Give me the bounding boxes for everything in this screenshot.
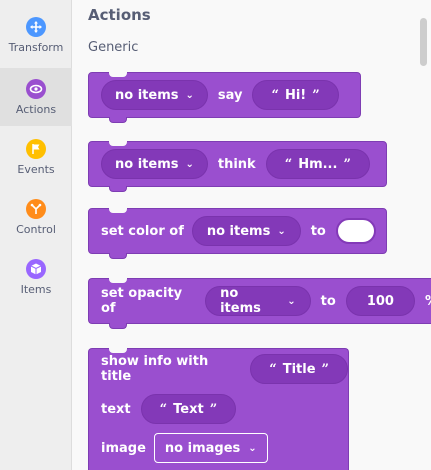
- image-dropdown[interactable]: no images ⌄: [153, 433, 268, 463]
- move-arrows-icon: [26, 16, 46, 37]
- cube-icon: [26, 258, 46, 279]
- block-label: to: [310, 223, 326, 239]
- say-block[interactable]: no items ⌄ say “Hi!”: [88, 72, 361, 123]
- block-label: think: [217, 156, 256, 172]
- block-label: set color of: [101, 223, 184, 239]
- section-subtitle: Generic: [88, 40, 139, 55]
- text-input[interactable]: “Hm...”: [265, 149, 370, 179]
- text-input[interactable]: “Hi!”: [252, 80, 339, 110]
- category-sidebar: Transform Actions Events Control Items: [0, 0, 72, 470]
- block-label: image: [101, 440, 146, 456]
- category-transform[interactable]: Transform: [0, 6, 72, 64]
- target-dropdown[interactable]: no items ⌄: [191, 216, 301, 246]
- block-label: set opacity of: [101, 286, 183, 316]
- title-input[interactable]: “Title”: [250, 354, 348, 384]
- text-input[interactable]: “Text”: [140, 394, 237, 424]
- chevron-down-icon: ⌄: [248, 442, 257, 454]
- target-dropdown[interactable]: no items ⌄: [205, 286, 311, 316]
- block-label: to: [320, 293, 336, 309]
- eye-icon: [26, 78, 46, 99]
- color-swatch[interactable]: [335, 218, 376, 244]
- scrollbar-thumb[interactable]: [420, 18, 427, 66]
- set-opacity-block[interactable]: set opacity of no items⌄ to 100 %: [88, 278, 431, 329]
- target-dropdown[interactable]: no items ⌄: [101, 80, 208, 110]
- category-items[interactable]: Items: [0, 248, 72, 306]
- block-palette: Actions Generic no items ⌄ say “Hi!” no i…: [72, 0, 431, 470]
- branch-icon: [26, 198, 46, 219]
- opacity-input[interactable]: 100: [345, 286, 415, 316]
- block-label: text: [101, 401, 131, 417]
- chevron-down-icon: ⌄: [277, 225, 286, 237]
- category-label: Actions: [15, 102, 57, 116]
- block-label: say: [217, 87, 243, 103]
- show-info-block[interactable]: show info with title “Title” text “Text”…: [88, 348, 349, 470]
- unit-label: %: [425, 294, 431, 309]
- category-label: Control: [16, 222, 56, 236]
- chevron-down-icon: ⌄: [185, 89, 194, 101]
- category-actions[interactable]: Actions: [0, 68, 72, 126]
- chevron-down-icon: ⌄: [185, 158, 194, 170]
- flag-icon: [26, 138, 46, 159]
- section-title: Actions: [88, 6, 151, 24]
- category-control[interactable]: Control: [0, 188, 72, 246]
- block-label: show info with title: [101, 354, 209, 384]
- category-label: Events: [17, 162, 55, 176]
- think-block[interactable]: no items ⌄ think “Hm...”: [88, 141, 387, 192]
- category-label: Transform: [8, 40, 64, 54]
- category-events[interactable]: Events: [0, 128, 72, 186]
- target-dropdown[interactable]: no items ⌄: [101, 149, 208, 179]
- set-color-block[interactable]: set color of no items ⌄ to: [88, 208, 387, 259]
- category-label: Items: [20, 282, 52, 296]
- chevron-down-icon: ⌄: [287, 295, 296, 307]
